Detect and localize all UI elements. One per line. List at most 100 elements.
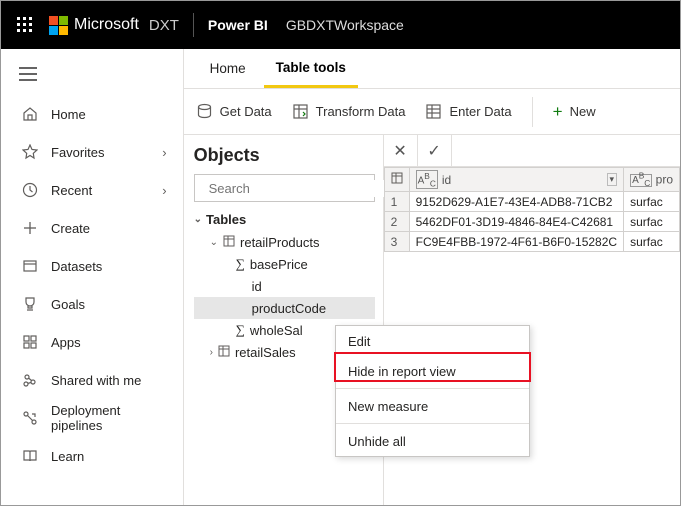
context-menu: Edit Hide in report view New measure Unh… (335, 325, 530, 457)
menu-item-unhide[interactable]: Unhide all (336, 426, 529, 456)
tab-table-tools[interactable]: Table tools (264, 49, 358, 88)
sidebar-item-label: Datasets (51, 259, 167, 274)
type-icon: ABC (630, 174, 652, 187)
menu-separator (336, 423, 529, 424)
grid-toolbar: ✕ ✓ (384, 135, 680, 167)
tree-label: basePrice (250, 257, 308, 272)
menu-item-edit[interactable]: Edit (336, 326, 529, 356)
menu-separator (336, 388, 529, 389)
table-row[interactable]: 25462DF01-3D19-4846-84E4-C42681surfac (384, 212, 679, 232)
cancel-button[interactable]: ✕ (384, 135, 418, 166)
cell[interactable]: surfac (624, 192, 680, 212)
box-icon (19, 258, 41, 274)
sidebar-item-recent[interactable]: Recent › (1, 171, 183, 209)
tree-field-baseprice[interactable]: ∑ basePrice (194, 253, 375, 275)
sidebar-item-label: Deployment pipelines (51, 403, 167, 433)
sidebar-item-label: Shared with me (51, 373, 167, 388)
transform-data-button[interactable]: Transform Data (292, 103, 406, 120)
tabs: Home Table tools (184, 49, 680, 89)
ribbon-label: Get Data (220, 104, 272, 119)
cell[interactable]: surfac (624, 232, 680, 252)
table-icon (218, 345, 230, 360)
sidebar-item-home[interactable]: Home (1, 95, 183, 133)
chevron-down-icon: ⌄ (194, 214, 202, 225)
row-num: 2 (384, 212, 409, 232)
menu-item-hide[interactable]: Hide in report view (336, 356, 529, 386)
tree-table-retailproducts[interactable]: ⌄ retailProducts (194, 231, 375, 253)
star-icon (19, 144, 41, 160)
sidebar-item-pipelines[interactable]: Deployment pipelines (1, 399, 183, 437)
data-table: ABC id ▾ ABC pro 19152D629-A1E7 (384, 167, 680, 252)
tree-label: productCode (252, 301, 326, 316)
book-icon (19, 448, 41, 464)
get-data-button[interactable]: Get Data (196, 103, 272, 120)
cell[interactable]: 5462DF01-3D19-4846-84E4-C42681 (409, 212, 623, 232)
search-input[interactable] (194, 174, 375, 202)
ribbon-label: Transform Data (316, 104, 406, 119)
sidebar-item-label: Home (51, 107, 167, 122)
tree-label: id (252, 279, 262, 294)
dropdown-icon[interactable]: ▾ (607, 173, 618, 186)
sidebar-item-label: Apps (51, 335, 167, 350)
objects-title: Objects (194, 145, 375, 166)
apps-icon (19, 334, 41, 350)
chevron-down-icon: ⌄ (210, 237, 218, 248)
sidebar-item-create[interactable]: Create (1, 209, 183, 247)
tree-label: retailSales (235, 345, 296, 360)
tree-field-productcode[interactable]: productCode (194, 297, 375, 319)
sidebar-item-favorites[interactable]: Favorites › (1, 133, 183, 171)
trophy-icon (19, 296, 41, 312)
type-icon: ABC (416, 170, 438, 189)
hamburger-icon[interactable] (1, 53, 183, 95)
confirm-button[interactable]: ✓ (418, 135, 452, 166)
home-icon (19, 106, 41, 122)
pipeline-icon (19, 410, 41, 426)
table-row[interactable]: 19152D629-A1E7-43E4-ADB8-71CB2surfac (384, 192, 679, 212)
plus-icon: + (553, 102, 563, 122)
sidebar-item-label: Recent (51, 183, 162, 198)
workspace-label: GBDXTWorkspace (286, 17, 404, 33)
row-num: 3 (384, 232, 409, 252)
rownum-header[interactable] (384, 168, 409, 192)
cell[interactable]: FC9E4FBB-1972-4F61-B6F0-15282C (409, 232, 623, 252)
microsoft-logo: Microsoft (49, 16, 139, 35)
search-field[interactable] (207, 180, 387, 197)
chevron-right-icon: › (162, 145, 166, 160)
menu-item-new-measure[interactable]: New measure (336, 391, 529, 421)
sidebar-item-goals[interactable]: Goals (1, 285, 183, 323)
row-num: 1 (384, 192, 409, 212)
sidebar-item-label: Learn (51, 449, 167, 464)
top-bar: Microsoft DXT Power BI GBDXTWorkspace (1, 1, 680, 49)
tree-label: wholeSal (250, 323, 303, 338)
cell[interactable]: 9152D629-A1E7-43E4-ADB8-71CB2 (409, 192, 623, 212)
col-header-pro[interactable]: ABC pro (624, 168, 680, 192)
brand-text: Microsoft (74, 16, 139, 34)
table-row[interactable]: 3FC9E4FBB-1972-4F61-B6F0-15282Csurfac (384, 232, 679, 252)
product-label: Power BI (208, 17, 268, 33)
ribbon-label: Enter Data (449, 104, 511, 119)
col-header-id[interactable]: ABC id ▾ (409, 168, 623, 192)
sidebar-item-shared[interactable]: Shared with me (1, 361, 183, 399)
sidebar: Home Favorites › Recent › Create Dataset… (1, 49, 184, 505)
chevron-right-icon: › (210, 347, 213, 358)
tab-home[interactable]: Home (198, 49, 258, 88)
sigma-icon: ∑ (236, 256, 245, 272)
clock-icon (19, 182, 41, 198)
tables-header[interactable]: ⌄ Tables (194, 212, 375, 227)
tree-field-id[interactable]: id (194, 275, 375, 297)
cell[interactable]: surfac (624, 212, 680, 232)
tree-label: retailProducts (240, 235, 319, 250)
app-launcher-icon[interactable] (1, 17, 49, 33)
table-icon (391, 173, 403, 187)
sidebar-item-apps[interactable]: Apps (1, 323, 183, 361)
sidebar-item-datasets[interactable]: Datasets (1, 247, 183, 285)
sidebar-item-learn[interactable]: Learn (1, 437, 183, 475)
divider (193, 13, 194, 37)
new-button[interactable]: + New (553, 102, 596, 122)
enter-data-button[interactable]: Enter Data (425, 103, 511, 120)
ribbon: Get Data Transform Data Enter Data + New (184, 89, 680, 135)
dxt-label: DXT (149, 17, 179, 34)
table-icon (223, 235, 235, 250)
plus-icon (19, 220, 41, 236)
divider (532, 97, 533, 127)
